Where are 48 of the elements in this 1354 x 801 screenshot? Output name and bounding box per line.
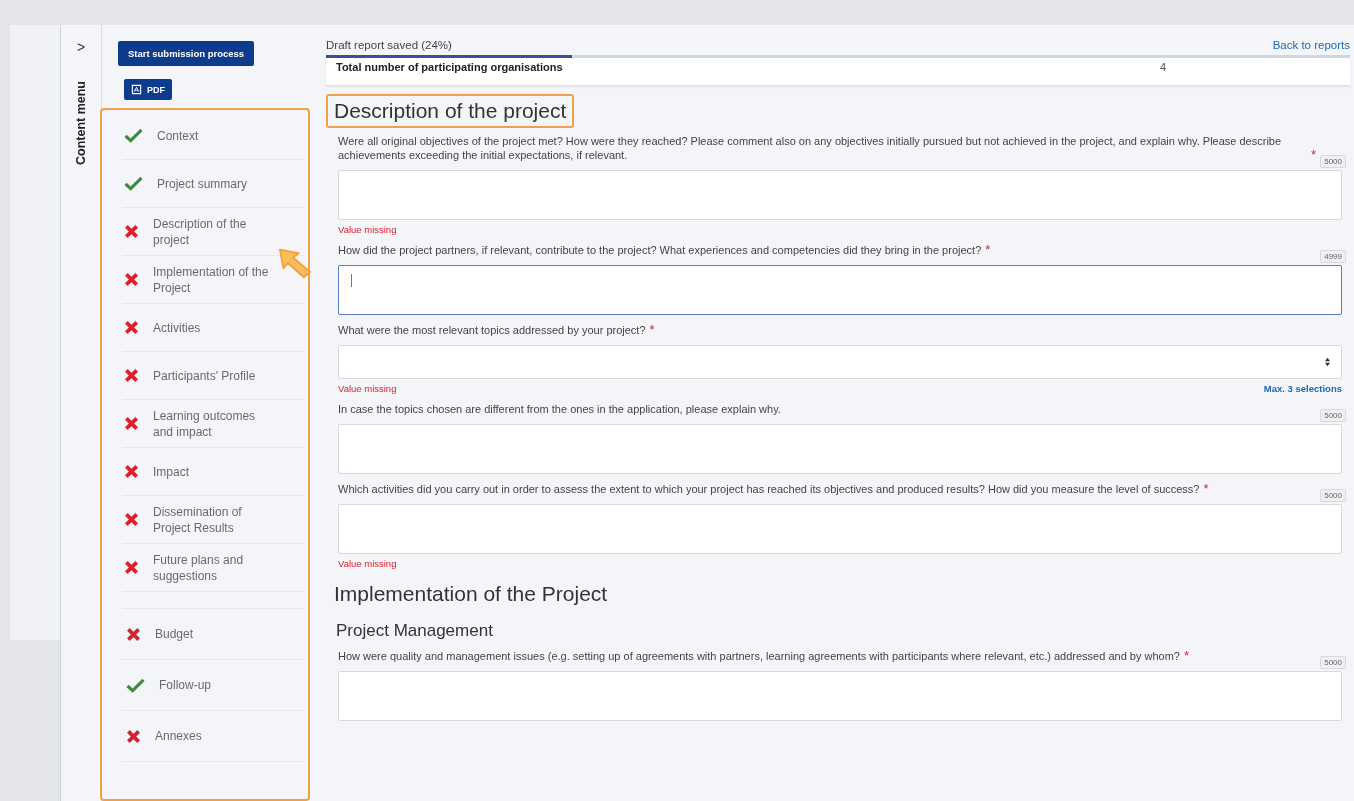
section-link[interactable]: Annexes (122, 711, 304, 762)
validation-error: Value missing (338, 558, 397, 569)
character-counter: 5000 (1320, 155, 1346, 168)
required-asterisk: * (1310, 148, 1316, 162)
section-heading: Description of the project (326, 94, 575, 128)
character-counter: 5000 (1320, 489, 1346, 502)
section-heading: Implementation of the Project (333, 581, 609, 607)
section-link[interactable]: Participants' Profile (122, 352, 304, 400)
character-counter: 5000 (1320, 409, 1346, 422)
section-link[interactable]: Follow-up (122, 660, 304, 711)
character-counter: 4999 (1320, 250, 1346, 263)
start-submission-button[interactable]: Start submission process (118, 41, 255, 66)
character-counter: 5000 (1320, 656, 1346, 669)
section-link[interactable]: Impact (122, 448, 304, 496)
question-label: In case the topics chosen are different from the ones in the application, please explain why. (338, 402, 781, 416)
question-label: How did the project partners, if relevant, contribute to the project? What experiences and competencies did they bring in the project? (338, 243, 982, 257)
required-asterisk: * (1183, 649, 1189, 663)
pdf-button[interactable]: PDF (124, 79, 172, 100)
section-link[interactable]: Future plans and suggestions (122, 544, 304, 592)
summary-value: 4 (1160, 61, 1167, 73)
topics-select-field[interactable] (338, 345, 1342, 379)
document-icon (131, 84, 142, 95)
summary-label: Total number of participating organisations (336, 61, 564, 73)
question-label: Which activities did you carry out in order to assess the extent to which your project has reached its objectives and produced results? How did you measure the level of success? (338, 482, 1200, 496)
validation-error: Value missing (338, 224, 397, 235)
pointer-arrow-icon (276, 247, 314, 279)
validation-error: Value missing (338, 383, 397, 394)
section-link[interactable]: Project summary (122, 160, 304, 208)
sort-arrows-icon (1324, 357, 1331, 367)
required-asterisk: * (985, 243, 991, 257)
question-label: How were quality and management issues (e.g. setting up of agreements with partners, learning agreements with participants where relevant, etc.) addressed and by whom? (338, 649, 1180, 663)
section-link[interactable]: Budget (122, 609, 304, 660)
content-menu-title: Content menu (74, 81, 88, 166)
section-link[interactable]: Context (122, 112, 304, 160)
question-label: What were the most relevant topics addressed by your project? (338, 323, 646, 337)
answer-field[interactable] (338, 265, 1342, 315)
section-link[interactable]: Activities (122, 304, 304, 352)
expand-menu-button[interactable]: > (74, 39, 88, 55)
text-cursor (351, 274, 352, 287)
selection-limit-hint: Max. 3 selections (1263, 383, 1342, 394)
save-status-text: Draft report saved (24%) (326, 39, 452, 51)
subsection-heading: Project Management (336, 621, 494, 641)
required-asterisk: * (1203, 482, 1209, 496)
back-to-reports-link[interactable]: Back to reports (1272, 39, 1350, 51)
section-link[interactable]: Dissemination of Project Results (122, 496, 304, 544)
question-label: Were all original objectives of the project met? How were they reached? Please comment also on any objectives initially pursued but not achieved in the project, and explain why. Please describe achievements exceeding the initial expectations, if relevant. (338, 134, 1283, 162)
section-link[interactable]: Learning outcomes and impact (122, 400, 304, 448)
required-asterisk: * (649, 323, 655, 337)
